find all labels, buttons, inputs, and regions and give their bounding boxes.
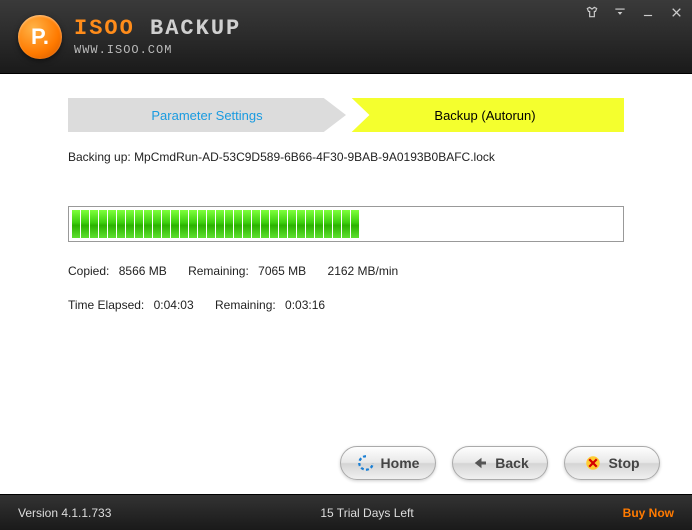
- shirt-icon[interactable]: [584, 4, 600, 20]
- backing-up-file: MpCmdRun-AD-53C9D589-6B66-4F30-9BAB-9A01…: [134, 150, 495, 164]
- content-area: Parameter Settings Backup (Autorun) Back…: [0, 74, 692, 494]
- back-button[interactable]: Back: [452, 446, 548, 480]
- size-stats: Copied: 8566 MB Remaining: 7065 MB 2162 …: [68, 264, 624, 278]
- current-file-line: Backing up: MpCmdRun-AD-53C9D589-6B66-4F…: [68, 150, 624, 164]
- backup-info: Backing up: MpCmdRun-AD-53C9D589-6B66-4F…: [68, 150, 624, 312]
- brand-isoo: ISOO: [74, 16, 135, 41]
- remaining-size-value: 7065 MB: [258, 264, 306, 278]
- close-icon[interactable]: [668, 4, 684, 20]
- remaining-time-value: 0:03:16: [285, 298, 325, 312]
- stop-button[interactable]: Stop: [564, 446, 660, 480]
- backing-up-label: Backing up:: [68, 150, 131, 164]
- tab-parameter-settings[interactable]: Parameter Settings: [68, 98, 346, 132]
- brand-url: WWW.ISOO.COM: [74, 43, 241, 57]
- minimize-icon[interactable]: [640, 4, 656, 20]
- window-controls: [584, 4, 684, 20]
- buy-now-link[interactable]: Buy Now: [623, 506, 674, 520]
- button-row: Home Back Stop: [340, 446, 660, 480]
- version-text: Version 4.1.1.733: [18, 506, 111, 520]
- tab-strip: Parameter Settings Backup (Autorun): [68, 98, 624, 132]
- home-icon: [357, 454, 375, 472]
- trial-text: 15 Trial Days Left: [320, 506, 413, 520]
- progress-fill: [72, 210, 620, 238]
- back-button-label: Back: [495, 455, 528, 471]
- stop-icon: [584, 454, 602, 472]
- brand-backup: BACKUP: [150, 16, 241, 41]
- time-stats: Time Elapsed: 0:04:03 Remaining: 0:03:16: [68, 298, 624, 312]
- app-title-block: ISOO BACKUP WWW.ISOO.COM: [74, 16, 241, 57]
- remaining-time-label: Remaining:: [215, 298, 276, 312]
- elapsed-value: 0:04:03: [154, 298, 194, 312]
- elapsed-label: Time Elapsed:: [68, 298, 144, 312]
- transfer-rate: 2162 MB/min: [328, 264, 399, 278]
- copied-value: 8566 MB: [119, 264, 167, 278]
- stop-button-label: Stop: [608, 455, 639, 471]
- home-button[interactable]: Home: [340, 446, 436, 480]
- progress-bar: [68, 206, 624, 242]
- remaining-size-label: Remaining:: [188, 264, 249, 278]
- tab-backup-autorun[interactable]: Backup (Autorun): [328, 98, 624, 132]
- dropdown-icon[interactable]: [612, 4, 628, 20]
- copied-label: Copied:: [68, 264, 109, 278]
- titlebar: P. ISOO BACKUP WWW.ISOO.COM: [0, 0, 692, 74]
- statusbar: Version 4.1.1.733 15 Trial Days Left Buy…: [0, 494, 692, 530]
- back-icon: [471, 454, 489, 472]
- app-title: ISOO BACKUP: [74, 16, 241, 41]
- home-button-label: Home: [381, 455, 420, 471]
- app-logo: P.: [18, 15, 62, 59]
